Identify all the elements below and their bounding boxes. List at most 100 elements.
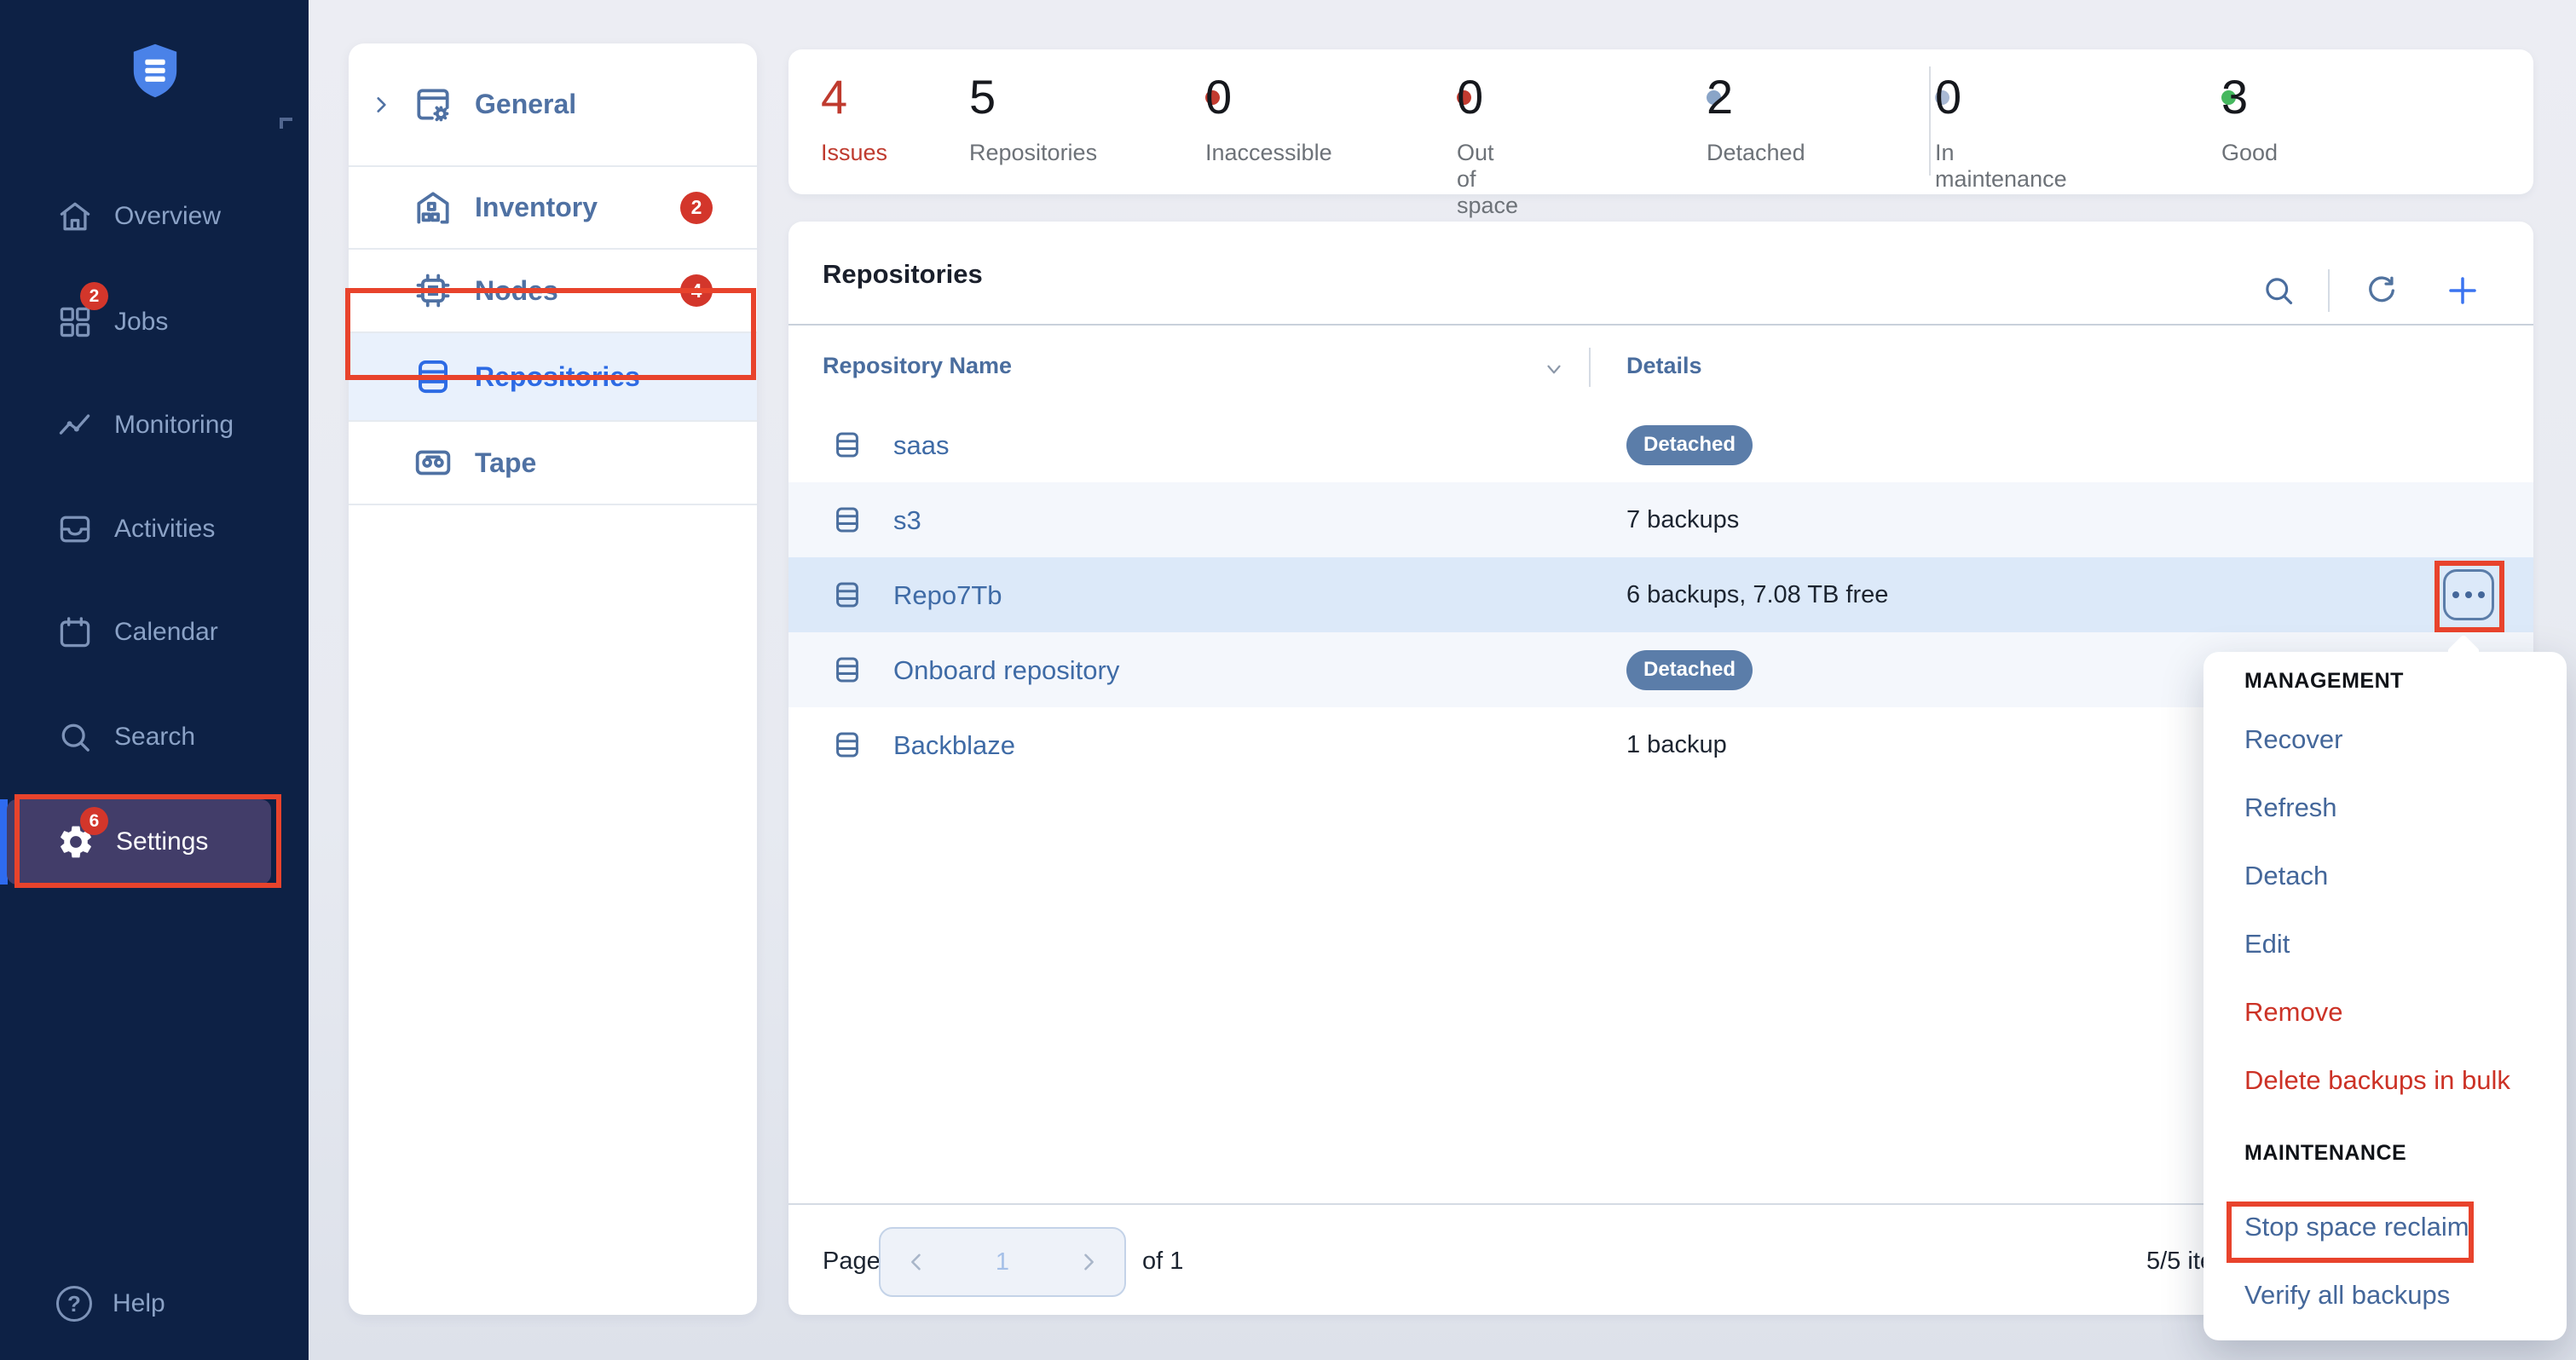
stat-value: 0 [1935,73,2067,121]
search-icon [56,718,94,756]
repository-name-link[interactable]: Repo7Tb [893,580,1002,611]
calendar-icon [56,614,94,651]
sidebar-item-label: Activities [114,515,215,544]
app-window: Overview Jobs 2 Monitoring Activities [0,0,2576,1360]
nav-item-general[interactable]: General [349,43,757,167]
column-divider [1589,348,1591,387]
nav-item-label: Inventory [475,192,598,223]
help-icon: ? [56,1286,92,1322]
add-repository-icon[interactable] [2445,273,2481,308]
stat-value: 3 [2221,73,2278,121]
detached-status-badge: Detached [1626,425,1753,465]
stat-label: Inaccessible [1205,140,1332,166]
sidebar-item-search[interactable]: Search [0,711,309,764]
sort-chevron-icon[interactable] [1543,358,1565,380]
repository-name-link[interactable]: Onboard repository [893,655,1119,686]
previous-page-icon[interactable] [904,1250,928,1274]
menu-item-refresh[interactable]: Refresh [2244,792,2337,830]
repository-name-link[interactable]: saas [893,430,949,461]
stat-in-maintenance: 0 In maintenance [1935,49,1964,194]
stat-value: 0 [1457,73,1518,121]
home-icon [56,198,94,235]
sidebar-item-label: Calendar [114,618,218,647]
refresh-icon[interactable] [2364,273,2400,308]
menu-item-edit[interactable]: Edit [2244,929,2290,966]
stat-issues: 4 Issues [821,49,887,194]
card-header: Repositories [788,222,2533,326]
repository-stack-icon [831,429,863,461]
table-header-row: Repository Name Details [788,326,2533,407]
table-search-icon[interactable] [2261,273,2296,308]
menu-section-maintenance: MAINTENANCE [2244,1141,2406,1166]
table-row-selected[interactable]: Repo7Tb 6 backups, 7.08 TB free [788,557,2533,632]
app-logo-shield-icon [124,36,186,106]
menu-item-verify-all-backups[interactable]: Verify all backups [2244,1280,2450,1317]
primary-sidebar: Overview Jobs 2 Monitoring Activities [0,0,309,1360]
page-count-label: of 1 [1142,1248,1183,1276]
ellipsis-dot [2465,591,2472,598]
sidebar-item-help[interactable]: ? Help [0,1277,309,1330]
menu-item-recover[interactable]: Recover [2244,724,2342,762]
sidebar-item-jobs[interactable]: Jobs 2 [0,296,309,349]
stat-value: 4 [821,73,887,121]
menu-item-detach[interactable]: Detach [2244,861,2328,898]
current-page-value[interactable]: 1 [996,1248,1009,1276]
nav-item-repositories[interactable]: Repositories [349,333,757,422]
sidebar-item-label: Monitoring [114,411,234,440]
repository-stack-icon [831,579,863,611]
stat-out-of-space: 0 Out of space [1457,49,1486,194]
stat-label: In maintenance [1935,140,2067,193]
tape-cassette-icon [412,441,454,484]
sidebar-item-calendar[interactable]: Calendar [0,606,309,659]
menu-item-remove[interactable]: Remove [2244,997,2342,1034]
row-actions-more-button[interactable] [2443,569,2494,620]
stats-divider [1929,66,1931,176]
general-window-gear-icon [412,84,454,126]
nav-item-inventory[interactable]: Inventory 2 [349,167,757,250]
sidebar-item-overview[interactable]: Overview [0,190,309,243]
nodes-badge: 4 [680,274,713,307]
menu-item-delete-backups-in-bulk[interactable]: Delete backups in bulk [2244,1065,2510,1103]
pagination-control: 1 [879,1227,1126,1297]
repository-stack-icon [831,504,863,536]
stat-repositories: 5 Repositories [969,49,1097,194]
nav-item-tape[interactable]: Tape [349,422,757,505]
table-row[interactable]: saas Detached [788,407,2533,482]
nav-item-label: Nodes [475,275,558,307]
stat-inaccessible: 0 Inaccessible [1205,49,1234,194]
sidebar-item-label: Settings [116,827,208,856]
next-page-icon[interactable] [1077,1250,1100,1274]
repository-stack-icon [412,355,454,398]
inventory-badge: 2 [680,192,713,224]
sidebar-collapse-icon[interactable] [280,118,292,129]
card-title: Repositories [823,259,983,290]
menu-item-stop-space-reclaim[interactable]: Stop space reclaim [2244,1212,2469,1249]
nodes-chip-icon [412,269,454,312]
repository-details: 1 backup [1626,731,1727,759]
nav-item-label: Repositories [475,361,640,393]
ellipsis-dot [2452,591,2459,598]
nav-item-label: Tape [475,447,536,479]
detached-status-badge: Detached [1626,650,1753,690]
nav-item-nodes[interactable]: Nodes 4 [349,250,757,333]
table-row[interactable]: s3 7 backups [788,482,2533,557]
jobs-badge: 2 [80,282,108,310]
repository-details: 6 backups, 7.08 TB free [1626,581,1888,609]
stat-label: Issues [821,140,887,166]
sidebar-item-activities[interactable]: Activities [0,503,309,556]
activities-inbox-icon [56,510,94,548]
stat-label: Detached [1707,140,1805,166]
sidebar-item-settings[interactable]: 6 Settings [7,799,271,885]
sidebar-item-label: Overview [114,202,221,231]
ellipsis-dot [2478,591,2485,598]
column-header-name[interactable]: Repository Name [823,353,1012,379]
menu-section-management: MANAGEMENT [2244,669,2404,694]
settings-nav-panel: General Inventory 2 Nodes 4 [349,43,757,1315]
repository-name-link[interactable]: s3 [893,505,921,536]
stat-value: 0 [1205,73,1332,121]
column-header-details[interactable]: Details [1626,353,1702,379]
sidebar-item-label: Jobs [114,308,168,337]
sidebar-item-monitoring[interactable]: Monitoring [0,399,309,452]
repository-name-link[interactable]: Backblaze [893,730,1015,761]
settings-badge: 6 [80,807,108,835]
